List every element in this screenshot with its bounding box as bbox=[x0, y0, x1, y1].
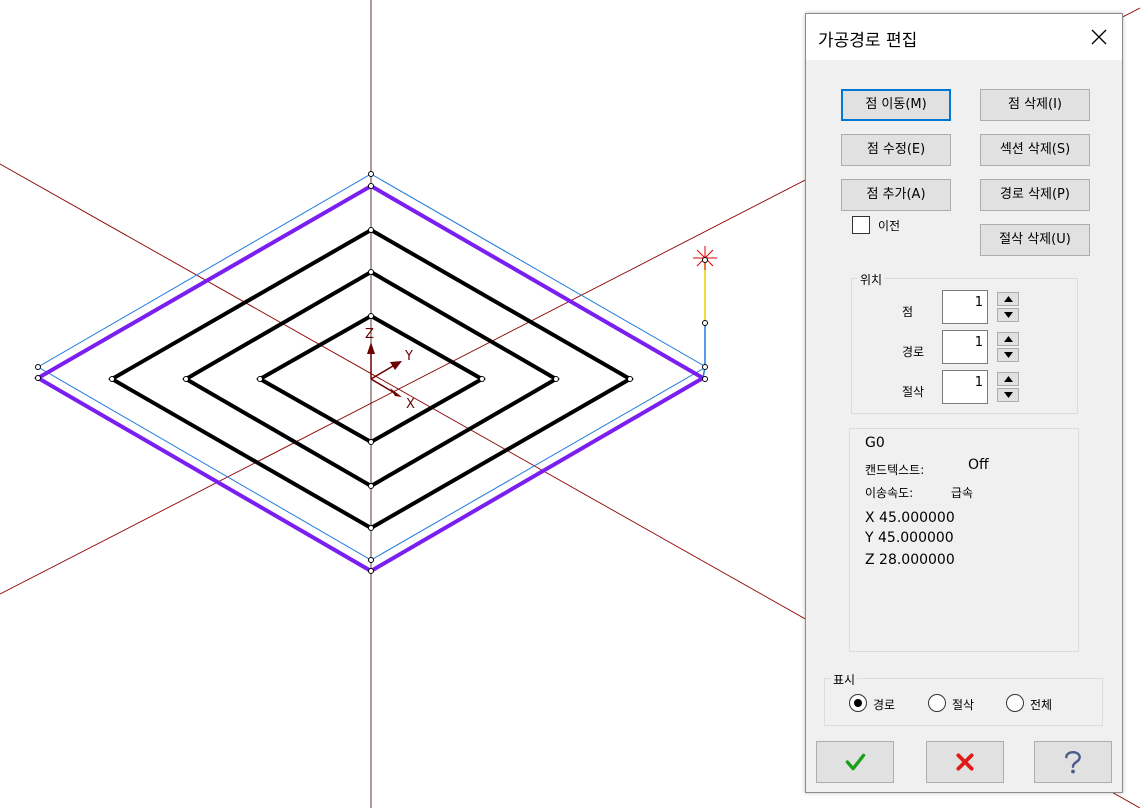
vertex-point bbox=[702, 320, 708, 326]
check-icon bbox=[845, 753, 866, 771]
radio-selected-dot bbox=[854, 699, 862, 707]
down-arrow-icon bbox=[1004, 392, 1013, 398]
ok-button[interactable] bbox=[816, 741, 894, 783]
vertex-point bbox=[702, 364, 708, 370]
vertex-point bbox=[109, 376, 115, 382]
help-button[interactable] bbox=[1034, 741, 1112, 783]
move-point-button[interactable]: 점 이동(M) bbox=[841, 89, 951, 121]
vertex-point bbox=[368, 269, 374, 275]
dialog-title: 가공경로 편집 bbox=[818, 31, 918, 51]
previous-checkbox-label: 이전 bbox=[878, 219, 901, 233]
vertex-point bbox=[257, 376, 263, 382]
edit-point-button[interactable]: 점 수정(E) bbox=[841, 134, 951, 166]
origin-axis-triad: Z Y X bbox=[365, 327, 415, 412]
x-coordinate: X 45.000000 bbox=[865, 510, 955, 526]
y-coordinate: Y 45.000000 bbox=[865, 530, 954, 546]
point-info-box: G0 캔드텍스트: Off 이송속도: 급속 X 45.000000 Y 45.… bbox=[849, 428, 1079, 652]
path-spin-down[interactable] bbox=[997, 348, 1019, 362]
cut-label: 절삭 bbox=[902, 385, 925, 399]
display-radio-cut-label: 절삭 bbox=[952, 698, 975, 712]
y-axis-label: Y bbox=[404, 349, 413, 364]
dialog-titlebar[interactable]: 가공경로 편집 bbox=[806, 14, 1122, 60]
cancel-text-label: 캔드텍스트: bbox=[865, 463, 925, 477]
vertex-point bbox=[35, 364, 41, 370]
feed-rate-label: 이송속도: bbox=[865, 486, 914, 500]
vertex-point bbox=[368, 483, 374, 489]
vertex-point bbox=[368, 313, 374, 319]
path-label: 경로 bbox=[902, 345, 925, 359]
delete-cut-button[interactable]: 절삭 삭제(U) bbox=[980, 224, 1090, 256]
vertex-point bbox=[702, 376, 708, 382]
position-group-title: 위치 bbox=[858, 271, 885, 288]
feed-rate-value: 급속 bbox=[951, 486, 974, 500]
vertex-point bbox=[35, 375, 41, 381]
vertex-point bbox=[183, 376, 189, 382]
vertex-point bbox=[368, 439, 374, 445]
display-group-title: 표시 bbox=[831, 671, 858, 688]
edit-toolpath-dialog: 가공경로 편집 점 이동(M) 점 삭제(I) 점 수정(E) 섹션 삭제(S)… bbox=[805, 13, 1123, 793]
up-arrow-icon bbox=[1004, 376, 1013, 382]
vertex-point bbox=[479, 376, 485, 382]
vertex-point bbox=[368, 557, 374, 563]
up-arrow-icon bbox=[1004, 296, 1013, 302]
vertex-point bbox=[368, 183, 374, 189]
delete-point-button[interactable]: 점 삭제(I) bbox=[980, 89, 1090, 121]
path-spin-up[interactable] bbox=[997, 332, 1019, 346]
display-radio-path-label: 경로 bbox=[873, 698, 896, 712]
z-coordinate: Z 28.000000 bbox=[865, 552, 955, 568]
point-number-input[interactable]: 1 bbox=[942, 290, 988, 324]
down-arrow-icon bbox=[1004, 312, 1013, 318]
radio-button[interactable] bbox=[1006, 694, 1024, 712]
delete-section-button[interactable]: 섹션 삭제(S) bbox=[980, 134, 1090, 166]
cut-number-input[interactable]: 1 bbox=[942, 370, 988, 404]
path-number-input[interactable]: 1 bbox=[942, 330, 988, 364]
point-spin-down[interactable] bbox=[997, 308, 1019, 322]
radio-button[interactable] bbox=[849, 694, 867, 712]
up-arrow-icon bbox=[1004, 336, 1013, 342]
z-axis-label: Z bbox=[365, 327, 374, 342]
add-point-button[interactable]: 점 추가(A) bbox=[841, 179, 951, 211]
down-arrow-icon bbox=[1004, 352, 1013, 358]
vertex-point bbox=[702, 257, 708, 263]
vertex-point bbox=[553, 376, 559, 382]
vertex-point bbox=[368, 171, 374, 177]
close-button[interactable] bbox=[1076, 14, 1122, 60]
cancel-button[interactable] bbox=[926, 741, 1004, 783]
close-x-icon bbox=[1091, 29, 1107, 45]
point-spin-up[interactable] bbox=[997, 292, 1019, 306]
display-radio-all-label: 전체 bbox=[1030, 698, 1053, 712]
vertex-point bbox=[368, 568, 374, 574]
cut-spin-down[interactable] bbox=[997, 388, 1019, 402]
vertex-point bbox=[627, 376, 633, 382]
radio-button[interactable] bbox=[928, 694, 946, 712]
cancel-text-value: Off bbox=[968, 457, 989, 473]
red-x-icon bbox=[956, 753, 974, 771]
point-label: 점 bbox=[902, 305, 914, 319]
x-axis-label: X bbox=[406, 397, 415, 412]
vertex-point bbox=[368, 525, 374, 531]
previous-checkbox[interactable] bbox=[852, 216, 870, 234]
cut-spin-up[interactable] bbox=[997, 372, 1019, 386]
vertex-point bbox=[368, 227, 374, 233]
g-code-text: G0 bbox=[865, 435, 885, 451]
question-icon bbox=[1065, 751, 1081, 774]
delete-path-button[interactable]: 경로 삭제(P) bbox=[980, 179, 1090, 211]
